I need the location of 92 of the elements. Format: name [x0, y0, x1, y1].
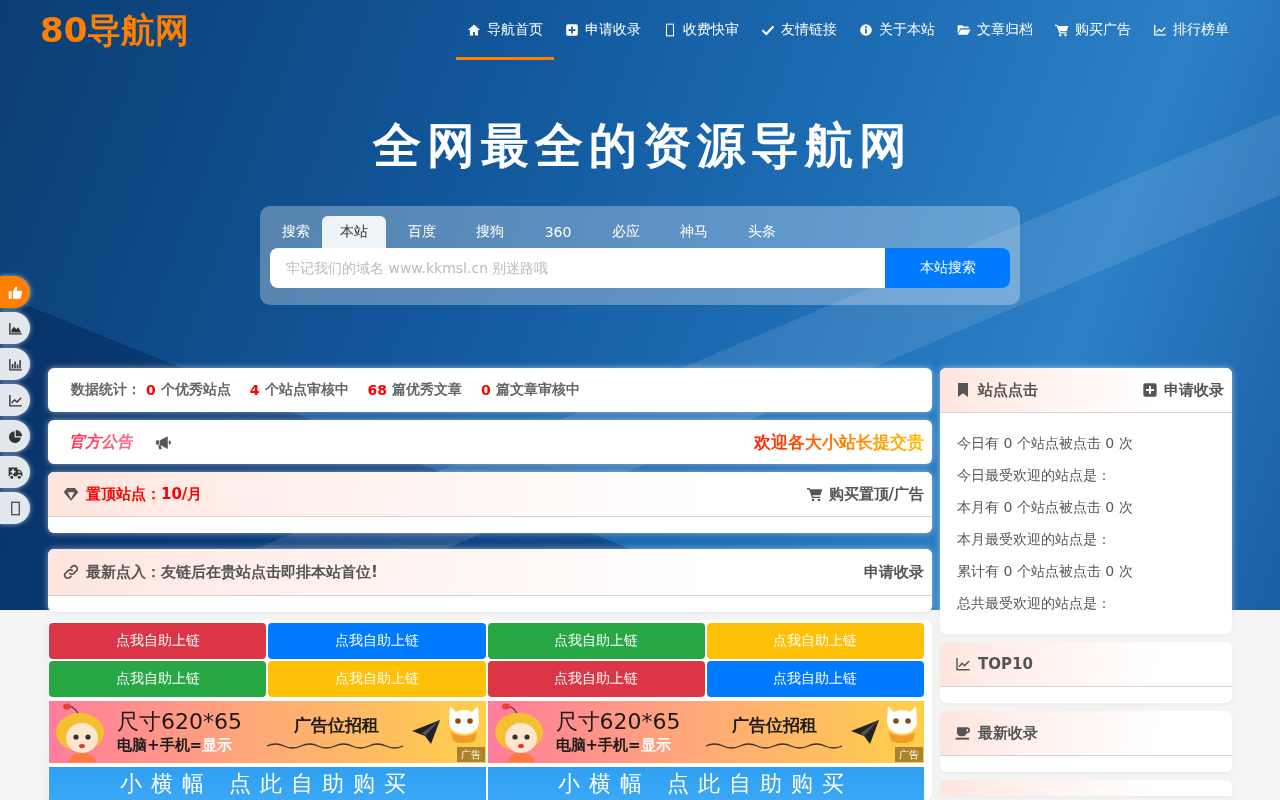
side-tool-button[interactable] [0, 348, 30, 380]
stat-label: 个站点审核中 [264, 381, 349, 399]
side-tool-button[interactable] [0, 312, 30, 344]
bar-chart-icon [7, 356, 23, 372]
stat-label: 个优秀站点 [160, 381, 231, 399]
card-title: 最新收录 [978, 723, 1038, 743]
search-button[interactable]: 本站搜索 [885, 248, 1010, 288]
ad-slogan: 广告位招租 [732, 713, 817, 737]
ad-size-text: 尺寸620*65 [555, 709, 682, 735]
side-tool-button[interactable] [0, 384, 30, 416]
ad-tag: 广告 [895, 747, 923, 762]
link-icon [63, 564, 79, 580]
stat-label: 篇文章审核中 [495, 381, 580, 399]
line-chart-icon [7, 392, 23, 408]
click-stats-line: 今日最受欢迎的站点是： [957, 466, 1112, 485]
line-chart-icon [1153, 23, 1167, 37]
click-stats-line: 本月有 0 个站点被点击 0 次 [957, 498, 1134, 517]
link-button[interactable]: 点我自助上链 [268, 623, 486, 659]
search-engine-tab[interactable]: 头条 [730, 216, 794, 248]
stat-value: 0 [481, 382, 491, 398]
link-button[interactable]: 点我自助上链 [49, 661, 267, 697]
ad-banner[interactable]: 尺寸620*65 电脑+手机=显示 广告位招租 广告 [487, 701, 924, 763]
side-tool-button[interactable] [0, 492, 30, 524]
megaphone-icon [155, 433, 172, 451]
nav-link[interactable]: 友情链接 [750, 0, 848, 60]
search-engine-tab[interactable]: 百度 [390, 216, 454, 248]
ad-tag: 广告 [456, 747, 485, 762]
click-stats-line: 本月最受欢迎的站点是： [957, 530, 1112, 549]
nav-link[interactable]: 收费快审 [652, 0, 750, 60]
rectangle-icon [663, 23, 677, 37]
search-engine-tab[interactable]: 必应 [594, 216, 658, 248]
click-stats-line: 累计有 0 个站点被点击 0 次 [957, 562, 1134, 581]
link-button[interactable]: 点我自助上链 [487, 661, 705, 697]
nav-link[interactable]: 关于本站 [848, 0, 946, 60]
search-input[interactable]: 牢记我们的域名 www.kkmsl.cn 别迷路哦 [270, 248, 885, 288]
submit-site-link[interactable]: 申请收录 [1142, 380, 1224, 400]
card-title: TOP10 [978, 655, 1033, 673]
click-stats-line: 今日有 0 个站点被点击 0 次 [957, 434, 1134, 453]
card-title: 最新点入：友链后在贵站点击即排本站首位! [86, 562, 378, 582]
notice-message: 欢迎各大小站长提交贵 [754, 430, 924, 454]
nav-link[interactable]: 申请收录 [554, 0, 652, 60]
small-banner-link[interactable]: 小横幅 点此自助购买 [49, 767, 486, 800]
ad-size-text: 尺寸620*65 [117, 709, 243, 735]
info-icon [859, 23, 873, 37]
ad-devices-text: 电脑+手机=显示 [555, 735, 672, 755]
small-banner-link[interactable]: 小横幅 点此自助购买 [487, 767, 924, 800]
stat-value: 4 [249, 382, 260, 398]
search-label: 搜索 [281, 222, 311, 241]
search-engine-tab[interactable]: 本站 [322, 216, 386, 248]
search-engine-tab[interactable]: 搜狗 [458, 216, 522, 248]
paper-plane-icon [849, 719, 880, 745]
home-icon [467, 23, 481, 37]
nav-link[interactable]: 排行榜单 [1142, 0, 1240, 60]
card-title: 置顶站点：10/月 [86, 484, 203, 504]
stats-label: 数据统计： [71, 381, 141, 399]
site-logo[interactable]: 80导航网 [40, 13, 190, 47]
area-chart-icon [7, 320, 23, 336]
nav-link[interactable]: 文章归档 [946, 0, 1044, 60]
hero-title: 全网最全的资源导航网 [371, 117, 913, 173]
search-engine-tab[interactable]: 神马 [662, 216, 726, 248]
folder-icon [957, 23, 971, 37]
stat-value: 0 [146, 382, 156, 398]
stat-label: 篇优秀文章 [392, 381, 462, 399]
diamond-icon [63, 486, 79, 502]
side-tool-button[interactable] [0, 456, 30, 488]
click-stats-line: 总共最受欢迎的站点是： [957, 594, 1112, 613]
link-button[interactable]: 点我自助上链 [706, 661, 924, 697]
cart-icon [1055, 23, 1069, 37]
nav-link[interactable]: 导航首页 [456, 0, 554, 60]
paper-plane-icon [411, 719, 441, 745]
search-engine-tab[interactable]: 360 [526, 216, 590, 248]
line-chart-icon [955, 656, 971, 672]
cart-icon [806, 486, 823, 502]
nav-link[interactable]: 购买广告 [1044, 0, 1142, 60]
ad-slogan: 广告位招租 [293, 713, 379, 737]
card-title: 站点点击 [978, 380, 1038, 400]
submit-site-link[interactable]: 申请收录 [864, 562, 924, 582]
thumbs-up-icon [7, 284, 23, 300]
bookmark-icon [955, 382, 971, 398]
link-button[interactable]: 点我自助上链 [487, 623, 705, 659]
cartoon-cat-drawing [884, 703, 920, 743]
side-tool-button[interactable] [0, 276, 30, 308]
notice-title: 官方公告 [69, 431, 133, 453]
ad-devices-text: 电脑+手机=显示 [117, 735, 234, 755]
buy-ad-link[interactable]: 购买置顶/广告 [806, 484, 924, 504]
pie-chart-icon [7, 428, 23, 444]
ad-banner[interactable]: 尺寸620*65 电脑+手机=显示 广告位招租 广告 [49, 701, 486, 763]
side-tool-button[interactable] [0, 420, 30, 452]
check-icon [761, 23, 775, 37]
link-button[interactable]: 点我自助上链 [49, 623, 267, 659]
coffee-cup-icon [955, 725, 971, 741]
stat-value: 68 [367, 382, 387, 398]
